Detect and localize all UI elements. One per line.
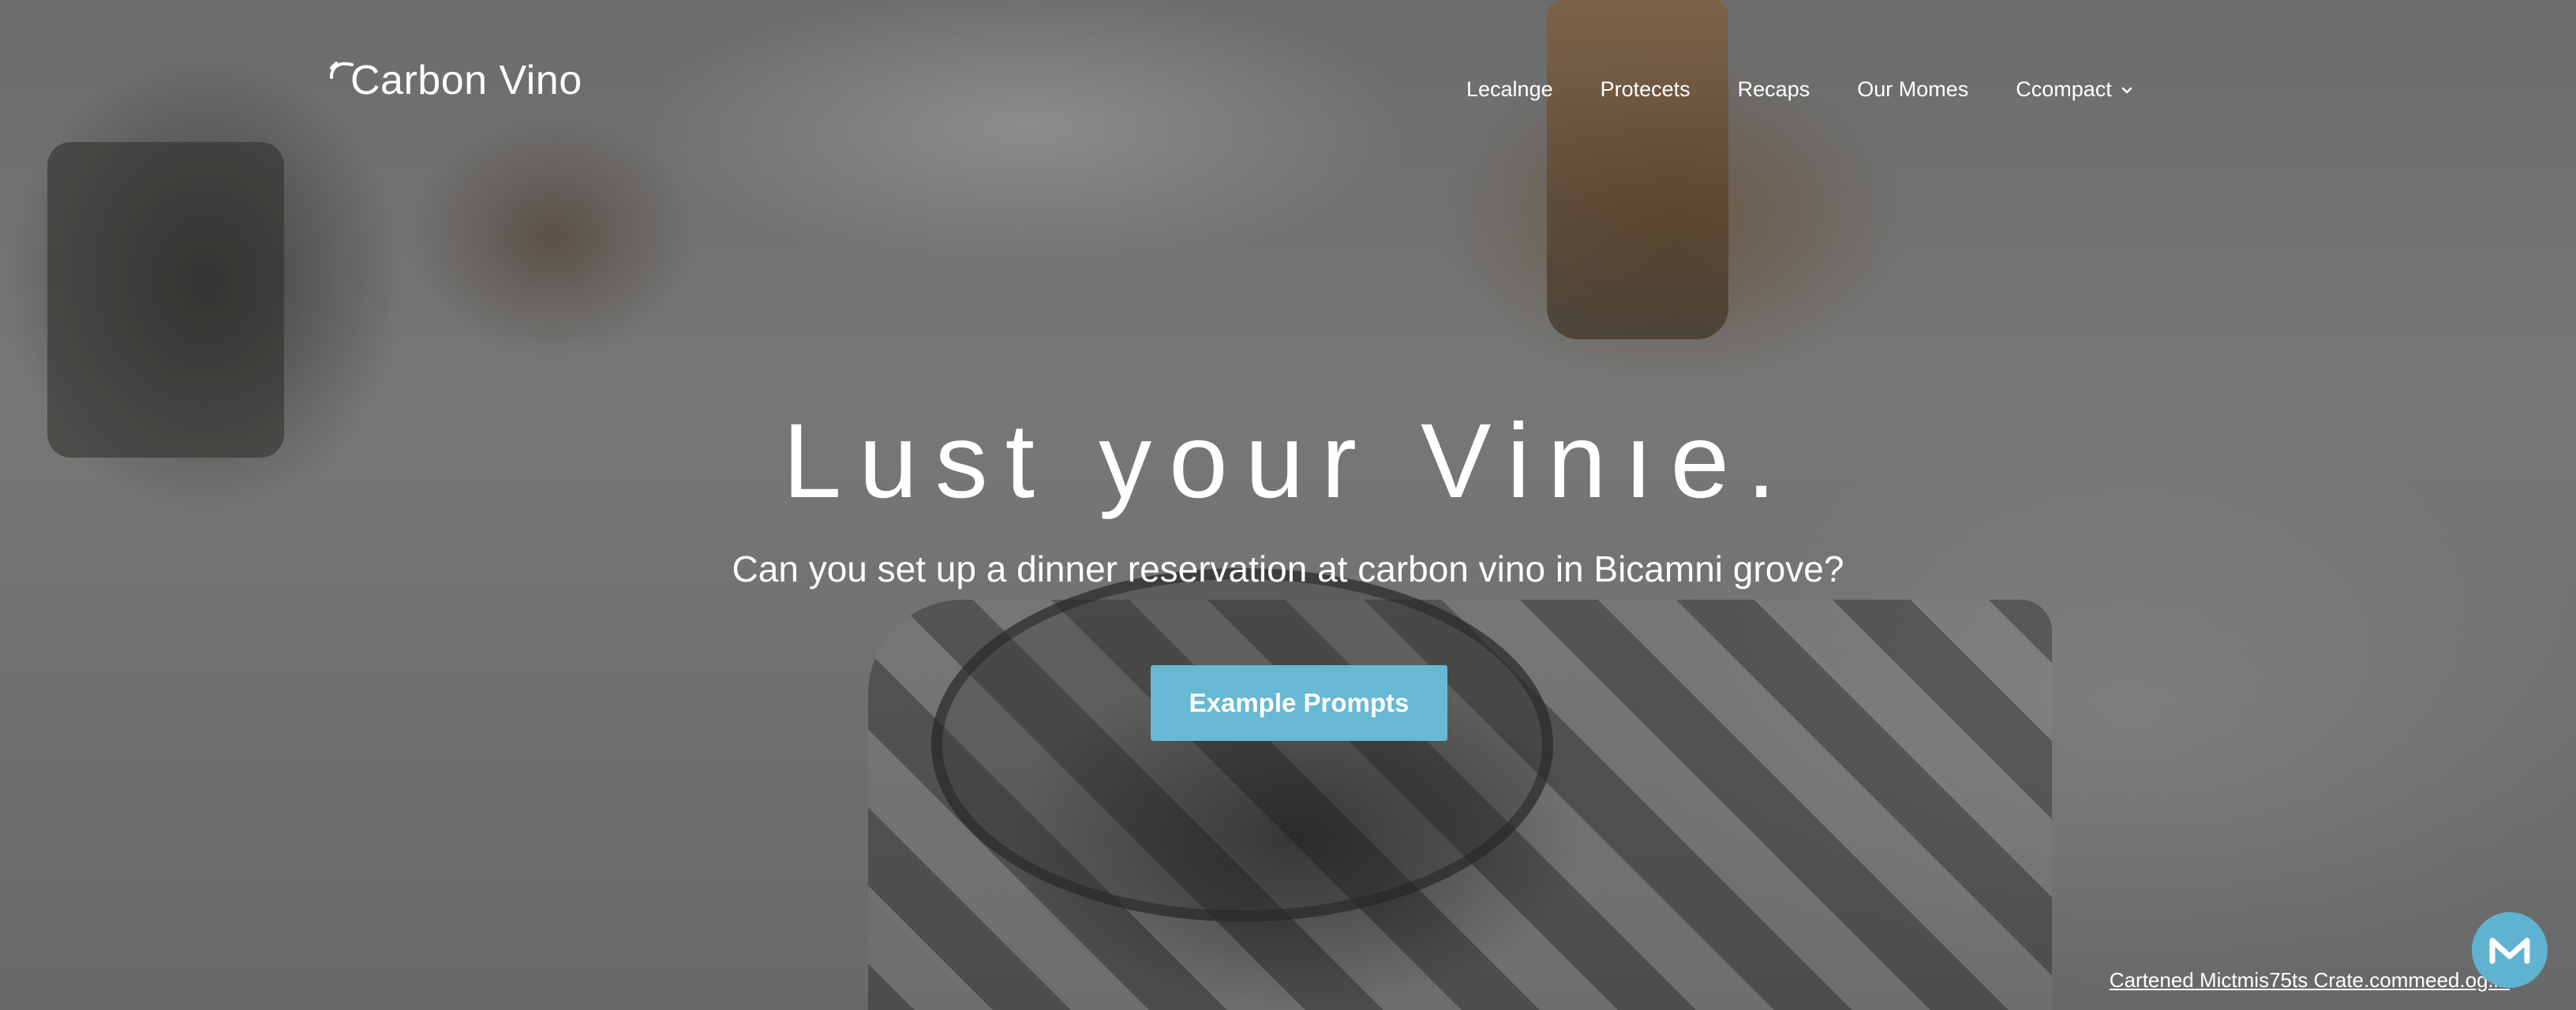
nav-item-label: Lecalnge [1466, 77, 1553, 101]
nav-item-ccompact-dropdown[interactable]: Ccompact [2016, 77, 2134, 102]
nav-item-protecets[interactable]: Protecets [1601, 77, 1690, 102]
brand-name: Carbon Vino [350, 58, 582, 103]
hero-section: Carbon Vino Lecalnge Protecets Recaps Ou… [0, 0, 2576, 1010]
hero-headline: Lust your Vinıe. [782, 402, 1794, 520]
hero-subheadline: Can you set up a dinner reservation at c… [732, 548, 1844, 589]
nav-item-label: Recaps [1737, 77, 1810, 101]
main-nav: Lecalnge Protecets Recaps Our Momes Ccom… [1466, 77, 2134, 102]
nav-item-label: Protecets [1600, 77, 1690, 101]
chat-widget-button[interactable] [2472, 912, 2548, 988]
nav-item-our-momes[interactable]: Our Momes [1857, 77, 1968, 102]
top-navigation-bar: Carbon Vino Lecalnge Protecets Recaps Ou… [0, 0, 2576, 174]
nav-item-recaps[interactable]: Recaps [1738, 77, 1810, 102]
nav-item-lecalnge[interactable]: Lecalnge [1466, 77, 1553, 102]
brand-logo[interactable]: Carbon Vino [328, 57, 582, 104]
m-logo-icon [2489, 937, 2530, 964]
footer-link[interactable]: Cartened Mictmis75ts Crate.commeed.og.in [2110, 968, 2510, 993]
nav-item-label: Our Momes [1857, 77, 1969, 101]
example-prompts-button[interactable]: Example Prompts [1151, 665, 1447, 741]
nav-item-label: Ccompact [2016, 77, 2112, 101]
chevron-down-icon [2121, 87, 2132, 93]
